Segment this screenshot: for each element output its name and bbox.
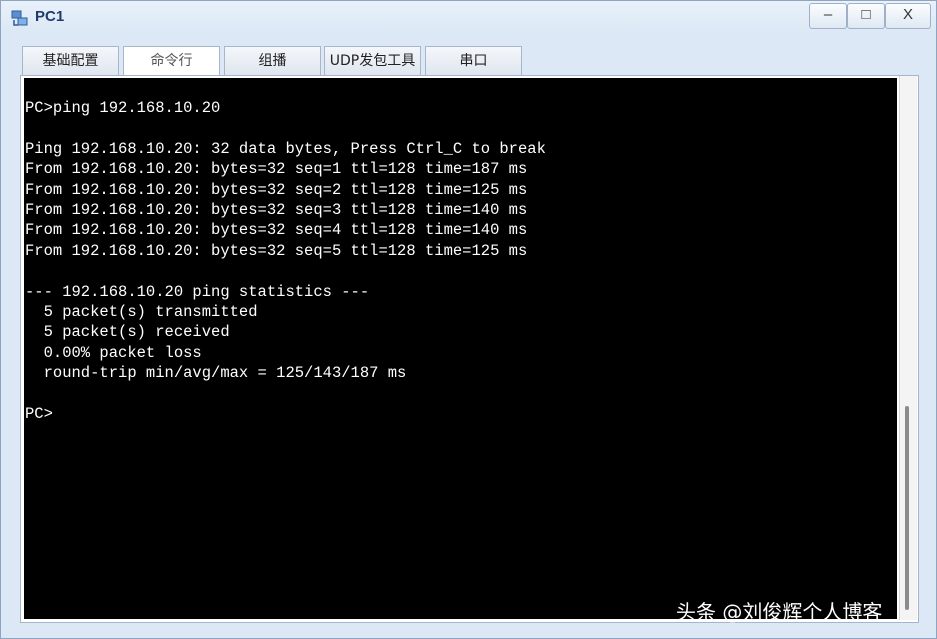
terminal-line: From 192.168.10.20: bytes=32 seq=5 ttl=1… — [25, 241, 528, 260]
terminal-console[interactable]: PC>ping 192.168.10.20 Ping 192.168.10.20:… — [24, 78, 897, 619]
terminal-line: 5 packet(s) transmitted — [25, 302, 258, 321]
terminal-line: Ping 192.168.10.20: 32 data bytes, Press… — [25, 139, 546, 158]
window-title: PC1 — [35, 8, 65, 25]
terminal-line: 0.00% packet loss — [25, 343, 202, 362]
tab-udp-tool[interactable]: UDP发包工具 — [324, 46, 421, 75]
close-button[interactable]: X — [885, 3, 931, 29]
network-pc-icon — [11, 10, 28, 26]
title-bar[interactable]: PC1 – □ X — [1, 1, 936, 35]
terminal-line: From 192.168.10.20: bytes=32 seq=4 ttl=1… — [25, 221, 528, 240]
tab-command-line[interactable]: 命令行 — [123, 46, 220, 76]
pc1-window: PC1 – □ X 基础配置 命令行 组播 UDP发包工具 串口 PC>ping… — [0, 0, 937, 639]
tab-serial-port[interactable]: 串口 — [425, 46, 522, 75]
terminal-line: round-trip min/avg/max = 125/143/187 ms — [25, 364, 407, 383]
terminal-line: From 192.168.10.20: bytes=32 seq=2 ttl=1… — [25, 180, 528, 199]
terminal-line: --- 192.168.10.20 ping statistics --- — [25, 282, 370, 301]
terminal-line: PC> — [25, 404, 53, 423]
terminal-frame: PC>ping 192.168.10.20 Ping 192.168.10.20:… — [20, 75, 919, 623]
vertical-scrollbar[interactable] — [899, 76, 917, 620]
tab-multicast[interactable]: 组播 — [224, 46, 321, 75]
terminal-line: From 192.168.10.20: bytes=32 seq=3 ttl=1… — [25, 200, 528, 219]
terminal-output: PC>ping 192.168.10.20 Ping 192.168.10.20:… — [24, 78, 897, 424]
scrollbar-thumb[interactable] — [905, 406, 909, 610]
terminal-line: 5 packet(s) received — [25, 323, 230, 342]
terminal-line: From 192.168.10.20: bytes=32 seq=1 ttl=1… — [25, 160, 528, 179]
watermark-text: 头条 @刘俊辉个人博客 — [676, 600, 883, 624]
tab-basic-config[interactable]: 基础配置 — [22, 46, 119, 75]
maximize-button[interactable]: □ — [847, 3, 885, 29]
terminal-line: PC>ping 192.168.10.20 — [25, 99, 221, 117]
minimize-button[interactable]: – — [809, 3, 847, 29]
